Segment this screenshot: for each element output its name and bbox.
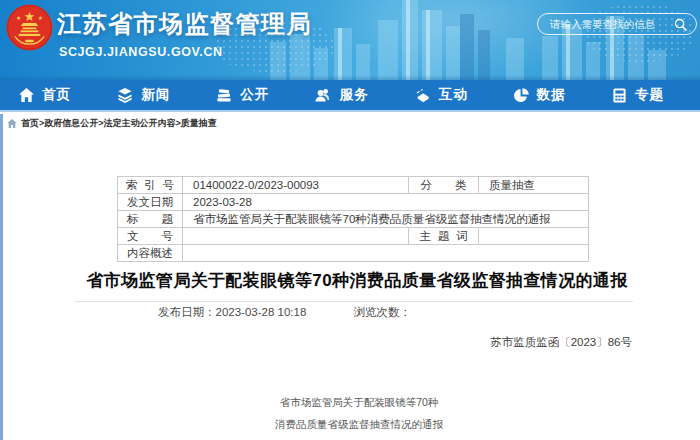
site-domain: SCJGJ.JIANGSU.GOV.CN	[59, 45, 223, 59]
nav-item-service[interactable]: 服务	[315, 86, 368, 104]
national-emblem-icon: ★ ★ ★	[6, 4, 53, 51]
city-skyline	[260, 0, 700, 80]
nav-item-home[interactable]: 首页	[19, 86, 71, 104]
nav-item-topic[interactable]: 专题	[612, 86, 664, 104]
publish-date-label: 发布日期：	[158, 306, 216, 318]
service-icon	[315, 88, 331, 103]
svg-text:★: ★	[38, 15, 43, 21]
body-line-2: 消费品质量省级监督抽查情况的通报	[18, 413, 700, 435]
nav-item-interact[interactable]: 互动	[415, 86, 468, 104]
data-icon	[514, 88, 529, 103]
breadcrumb: 首页>政府信息公开>法定主动公开内容>质量抽查	[0, 112, 700, 134]
svg-text:★: ★	[24, 9, 35, 24]
index-value: 01400022-0/2023-00093	[183, 177, 409, 194]
category-label: 分 类	[409, 177, 479, 194]
summary-value	[183, 245, 589, 262]
date-label: 发文日期	[118, 194, 183, 211]
summary-label: 内容概述	[118, 245, 183, 262]
table-row: 标 题 省市场监管局关于配装眼镜等70种消费品质量省级监督抽查情况的通报	[118, 211, 589, 228]
site-header: ★ ★ ★ 江苏省市场监督管理局 SCJGJ.JIANGSU.GOV.CN	[0, 0, 700, 80]
table-row: 内容概述	[118, 245, 589, 262]
main-nav: 首页 新闻 公开 服务 互动 数据 专题	[0, 80, 700, 112]
nav-item-data[interactable]: 数据	[514, 86, 566, 104]
table-row: 索 引 号 01400022-0/2023-00093 分 类 质量抽查	[118, 177, 589, 194]
svg-text:★: ★	[16, 15, 21, 21]
document-number: 苏市监质监函〔2023〕86号	[0, 335, 700, 350]
site-title: 江苏省市场监督管理局	[57, 8, 312, 40]
breadcrumb-text[interactable]: 首页>政府信息公开>法定主动公开内容>质量抽查	[21, 117, 217, 130]
docno-label: 文 号	[118, 228, 183, 245]
news-icon	[117, 88, 133, 103]
topic-icon	[612, 88, 627, 103]
document-info-table: 索 引 号 01400022-0/2023-00093 分 类 质量抽查 发文日…	[117, 176, 589, 262]
interact-icon	[415, 88, 431, 103]
table-row: 文 号 主 题 词	[118, 228, 589, 245]
nav-item-public[interactable]: 公开	[216, 86, 269, 104]
home-icon	[19, 88, 34, 102]
date-value: 2023-03-28	[183, 194, 589, 211]
public-icon	[216, 88, 232, 103]
nav-item-news[interactable]: 新闻	[117, 86, 170, 104]
article-body: 省市场监管局关于配装眼镜等70种 消费品质量省级监督抽查情况的通报	[0, 391, 700, 435]
article-title: 省市场监管局关于配装眼镜等70种消费品质量省级监督抽查情况的通报	[0, 269, 700, 292]
keyword-label: 主 题 词	[409, 228, 479, 245]
publish-date-value: 2023-03-28 10:18	[216, 306, 307, 318]
divider-line	[75, 301, 633, 302]
body-line-1: 省市场监管局关于配装眼镜等70种	[18, 391, 700, 413]
index-label: 索 引 号	[118, 177, 183, 194]
table-row: 发文日期 2023-03-28	[118, 194, 589, 211]
docno-value	[183, 228, 409, 245]
left-edge-strip	[0, 114, 3, 440]
title-label: 标 题	[118, 211, 183, 228]
breadcrumb-home-icon	[7, 119, 17, 128]
title-value: 省市场监管局关于配装眼镜等70种消费品质量省级监督抽查情况的通报	[183, 211, 589, 228]
category-value: 质量抽查	[479, 177, 589, 194]
search-icon[interactable]	[674, 18, 687, 31]
article-meta: 发布日期：2023-03-28 10:18 浏览次数：	[0, 305, 700, 320]
keyword-value	[479, 228, 589, 245]
search-input[interactable]	[538, 18, 674, 30]
article-area: 索 引 号 01400022-0/2023-00093 分 类 质量抽查 发文日…	[0, 176, 700, 440]
views-label: 浏览次数：	[354, 306, 412, 318]
search-box[interactable]	[537, 13, 697, 35]
